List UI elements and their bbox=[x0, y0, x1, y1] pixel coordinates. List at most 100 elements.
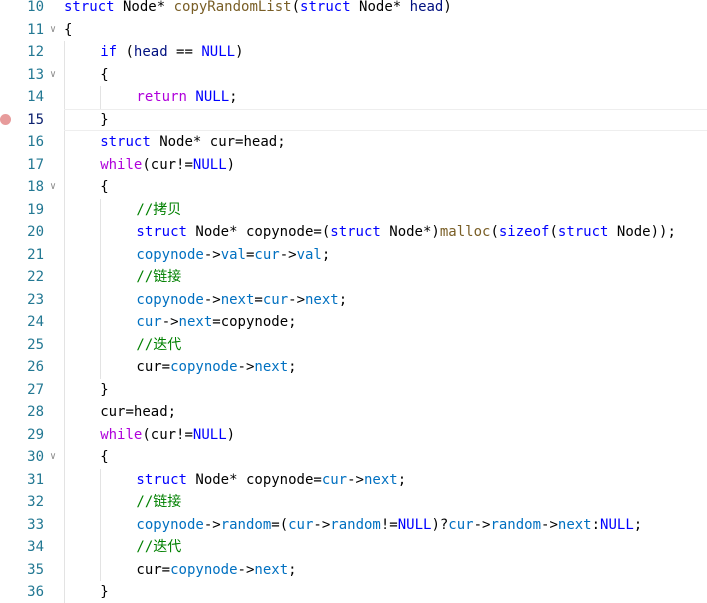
code-text[interactable]: cur=copynode->next; bbox=[64, 356, 707, 379]
code-text[interactable]: copynode->random=(cur->random!=NULL)?cur… bbox=[64, 514, 707, 537]
code-token: -> bbox=[161, 314, 179, 330]
code-line[interactable]: 13 ∨ { bbox=[0, 63, 707, 87]
chevron-down-icon[interactable]: ∨ bbox=[46, 176, 60, 199]
code-lines[interactable]: 10 struct Node* copyRandomList(struct Nod… bbox=[0, 0, 707, 603]
code-line[interactable]: 20 struct Node* copynode=(struct Node*)ma… bbox=[0, 221, 707, 244]
code-line[interactable]: 29 while(cur!=NULL) bbox=[0, 423, 707, 447]
line-number: 13 bbox=[27, 66, 44, 83]
code-text[interactable]: while(cur!=NULL) bbox=[64, 154, 707, 177]
code-text[interactable]: struct Node* copynode=cur->next; bbox=[64, 469, 707, 492]
code-text[interactable]: //迭代 bbox=[64, 334, 707, 357]
code-text[interactable]: copynode->val=cur->val; bbox=[64, 244, 707, 267]
code-token: -> bbox=[473, 516, 491, 533]
code-line[interactable]: 33 copynode->random=(cur->random!=NULL)?c… bbox=[0, 513, 707, 537]
code-token: random bbox=[490, 516, 542, 533]
code-token: val bbox=[296, 246, 322, 263]
code-line[interactable]: 19 //拷贝 bbox=[0, 198, 707, 222]
code-text[interactable]: { bbox=[64, 176, 707, 199]
code-text[interactable]: cur->next=copynode; bbox=[64, 311, 707, 334]
code-text[interactable]: } bbox=[64, 379, 707, 402]
code-token: } bbox=[100, 381, 109, 398]
code-line[interactable]: 12 if (head == NULL) bbox=[0, 41, 707, 64]
code-token: head bbox=[409, 0, 444, 15]
code-line[interactable]: 28 cur=head; bbox=[0, 401, 707, 424]
code-text[interactable]: while(cur!=NULL) bbox=[64, 424, 707, 447]
code-text[interactable]: if (head == NULL) bbox=[64, 41, 707, 64]
code-line[interactable]: 36} bbox=[0, 581, 707, 603]
code-text[interactable]: struct Node* copyRandomList(struct Node*… bbox=[64, 0, 707, 19]
code-token: random bbox=[220, 516, 272, 533]
code-line[interactable]: 35 cur=copynode->next; bbox=[0, 558, 707, 582]
code-token: ) bbox=[226, 156, 236, 173]
code-token: malloc bbox=[439, 224, 491, 240]
code-token: struct bbox=[136, 224, 187, 240]
code-line[interactable]: 24 cur->next=copynode; bbox=[0, 311, 707, 334]
code-token: //拷贝 bbox=[136, 201, 182, 218]
code-token: next bbox=[178, 314, 213, 330]
code-text[interactable]: //链接 bbox=[64, 491, 707, 514]
code-token: NULL bbox=[397, 516, 432, 533]
code-text[interactable]: return NULL; bbox=[64, 86, 707, 109]
code-line[interactable]: 31 struct Node* copynode=cur->next; bbox=[0, 468, 707, 492]
code-token: random bbox=[330, 516, 381, 533]
code-token: -> bbox=[203, 291, 221, 308]
code-line[interactable]: 11 ∨{ bbox=[0, 19, 707, 42]
code-editor[interactable]: 10 struct Node* copyRandomList(struct Nod… bbox=[0, 0, 707, 603]
code-token: NULL bbox=[600, 516, 634, 533]
code-token: ) bbox=[443, 0, 452, 15]
code-line[interactable]: 30 ∨ { bbox=[0, 446, 707, 469]
code-line[interactable]: 26 cur=copynode->next; bbox=[0, 356, 707, 379]
code-line[interactable]: 27} bbox=[0, 378, 707, 402]
code-text[interactable]: } bbox=[64, 581, 707, 603]
breakpoint-icon[interactable] bbox=[0, 114, 11, 125]
code-line[interactable]: 25 //迭代 bbox=[0, 333, 707, 357]
chevron-down-icon[interactable]: ∨ bbox=[46, 446, 60, 469]
code-token: copynode bbox=[136, 246, 204, 263]
code-text[interactable]: copynode->next=cur->next; bbox=[64, 289, 707, 312]
code-token: { bbox=[100, 179, 109, 195]
code-text[interactable]: //迭代 bbox=[64, 536, 707, 559]
code-token: ; bbox=[321, 246, 331, 263]
line-number: 24 bbox=[27, 314, 44, 330]
code-text[interactable]: struct Node* copynode=(struct Node*)mall… bbox=[64, 221, 707, 244]
code-line[interactable]: 23 copynode->next=cur->next; bbox=[0, 288, 707, 312]
code-text[interactable]: //链接 bbox=[64, 266, 707, 289]
code-text[interactable]: cur=copynode->next; bbox=[64, 559, 707, 582]
code-line[interactable]: 32 //链接 bbox=[0, 491, 707, 514]
line-number: 21 bbox=[27, 246, 44, 263]
code-token: =copynode; bbox=[212, 314, 297, 330]
code-line[interactable]: 14 return NULL; bbox=[0, 86, 707, 109]
line-number: 19 bbox=[27, 201, 44, 218]
line-number: 36 bbox=[27, 584, 44, 600]
code-token: ; bbox=[288, 359, 297, 375]
code-token: val bbox=[220, 246, 246, 263]
code-text[interactable]: { bbox=[64, 19, 707, 42]
code-token: next bbox=[220, 291, 255, 308]
code-token: next bbox=[254, 561, 289, 578]
code-token: -> bbox=[541, 516, 558, 533]
chevron-down-icon[interactable]: ∨ bbox=[46, 64, 60, 87]
code-text[interactable]: struct Node* cur=head; bbox=[64, 131, 707, 154]
code-text[interactable]: { bbox=[64, 446, 707, 469]
code-token: struct bbox=[330, 224, 381, 240]
code-token: } bbox=[100, 584, 109, 600]
code-line[interactable]: 34 //迭代 bbox=[0, 536, 707, 559]
code-token: copynode bbox=[170, 359, 238, 375]
code-token: : bbox=[591, 516, 601, 533]
code-token: -> bbox=[313, 516, 331, 533]
code-line[interactable]: 10 struct Node* copyRandomList(struct Nod… bbox=[0, 0, 707, 19]
code-line[interactable]: 22 //链接 bbox=[0, 266, 707, 289]
chevron-down-icon[interactable]: ∨ bbox=[46, 19, 60, 42]
code-text[interactable]: { bbox=[64, 64, 707, 87]
code-line[interactable]: 21 copynode->val=cur->val; bbox=[0, 243, 707, 267]
code-text[interactable]: cur=head; bbox=[64, 401, 707, 424]
code-text[interactable]: } bbox=[64, 108, 707, 131]
code-line[interactable]: 18 ∨ { bbox=[0, 176, 707, 199]
code-token: struct bbox=[64, 0, 115, 15]
code-token: -> bbox=[279, 246, 297, 263]
code-line[interactable]: 16 struct Node* cur=head; bbox=[0, 131, 707, 154]
code-line[interactable]: 17 while(cur!=NULL) bbox=[0, 153, 707, 177]
code-line[interactable]: 15} bbox=[0, 108, 707, 131]
line-number: 32 bbox=[27, 494, 44, 510]
code-text[interactable]: //拷贝 bbox=[64, 199, 707, 222]
